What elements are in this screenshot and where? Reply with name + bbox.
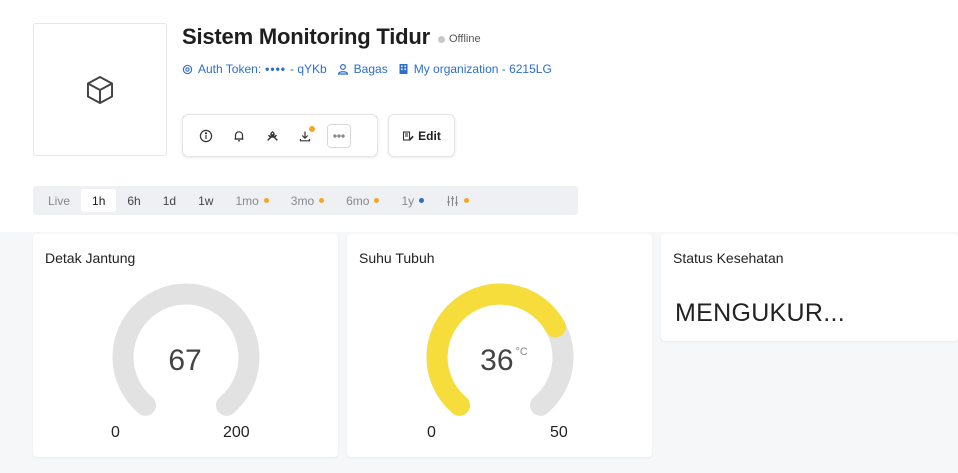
gauge-value: 67 (135, 344, 235, 378)
range-1h[interactable]: 1h (81, 189, 117, 212)
owner-name: Bagas (353, 62, 388, 76)
notifications-button[interactable] (224, 121, 254, 151)
info-dot (419, 198, 425, 203)
range-custom[interactable] (435, 189, 480, 212)
widget-health-status[interactable]: Status Kesehatan MENGUKUR... (661, 234, 958, 341)
auth-token-suffix: - qYKb (289, 62, 327, 76)
export-badge (309, 125, 315, 132)
gauge-value-text: 36 (480, 344, 514, 377)
building-icon (399, 64, 408, 74)
chip-icon (182, 64, 193, 74)
widget-title: Status Kesehatan (673, 250, 784, 266)
health-status-value: MENGUKUR... (675, 299, 845, 327)
sliders-icon (447, 195, 459, 206)
device-meta: Auth Token: •••• - qYKb Bagas My organiz… (182, 62, 562, 76)
owner-link[interactable]: Bagas (337, 62, 388, 76)
gauge-max: 50 (550, 424, 568, 441)
cube-icon (86, 75, 114, 104)
gauge-min: 0 (111, 424, 120, 441)
auth-token-dots: •••• (265, 62, 286, 76)
gauge-unit: °C (515, 346, 528, 358)
gauge-min: 0 (427, 424, 436, 441)
premium-dot (464, 198, 470, 203)
status-dot (438, 35, 445, 43)
premium-dot (263, 198, 269, 203)
range-1w[interactable]: 1w (187, 189, 224, 212)
tools-button[interactable] (257, 121, 287, 151)
gauge-value-text: 67 (168, 344, 202, 377)
edit-label: Edit (418, 128, 441, 143)
range-6mo[interactable]: 6mo (335, 189, 390, 212)
premium-dot (374, 198, 380, 203)
range-label: 1mo (235, 193, 259, 208)
gauge-max: 200 (223, 424, 250, 441)
range-label: 1d (162, 193, 177, 208)
user-icon (337, 63, 348, 75)
range-label: 6mo (346, 193, 370, 208)
more-icon (333, 133, 345, 138)
range-label: 3mo (290, 193, 315, 208)
device-thumbnail[interactable] (33, 23, 167, 156)
range-label: 1h (92, 193, 106, 208)
organization-link[interactable]: My organization - 6215LG (398, 62, 552, 76)
device-toolbar (182, 114, 378, 157)
wrench-icon (266, 131, 278, 141)
auth-token[interactable]: Auth Token: •••• - qYKb (182, 62, 327, 76)
gauge-value: 36 °C (439, 344, 569, 378)
widget-body-temp[interactable]: Suhu Tubuh 36 °C 0 50 (347, 234, 652, 457)
bell-icon (234, 130, 244, 141)
edit-icon (403, 130, 414, 141)
range-6h[interactable]: 6h (116, 189, 151, 212)
range-label: 1w (198, 193, 214, 208)
range-label: 6h (127, 193, 141, 208)
range-label: 1y (401, 193, 415, 208)
auth-token-label: Auth Token: (198, 62, 262, 76)
info-button[interactable] (191, 121, 221, 151)
range-1mo[interactable]: 1mo (224, 189, 279, 212)
info-icon (199, 129, 213, 142)
export-button[interactable] (290, 121, 320, 151)
more-button[interactable] (327, 123, 351, 148)
device-status: Offline (438, 33, 481, 45)
status-label: Offline (449, 33, 481, 45)
range-label: Live (48, 193, 71, 208)
edit-button[interactable]: Edit (388, 114, 455, 157)
time-range-selector: Live 1h 6h 1d 1w 1mo 3mo 6mo 1y (33, 186, 578, 215)
device-title: Sistem Monitoring Tidur (182, 24, 430, 49)
range-1y[interactable]: 1y (390, 189, 435, 212)
device-title-row: Sistem Monitoring Tidur Offline (182, 24, 481, 50)
range-3mo[interactable]: 3mo (280, 189, 335, 212)
premium-dot (319, 198, 325, 203)
organization-name: My organization - 6215LG (413, 62, 552, 76)
range-live[interactable]: Live (37, 189, 81, 212)
range-1d[interactable]: 1d (152, 189, 187, 212)
widget-heart-rate[interactable]: Detak Jantung 67 0 200 (33, 234, 338, 457)
